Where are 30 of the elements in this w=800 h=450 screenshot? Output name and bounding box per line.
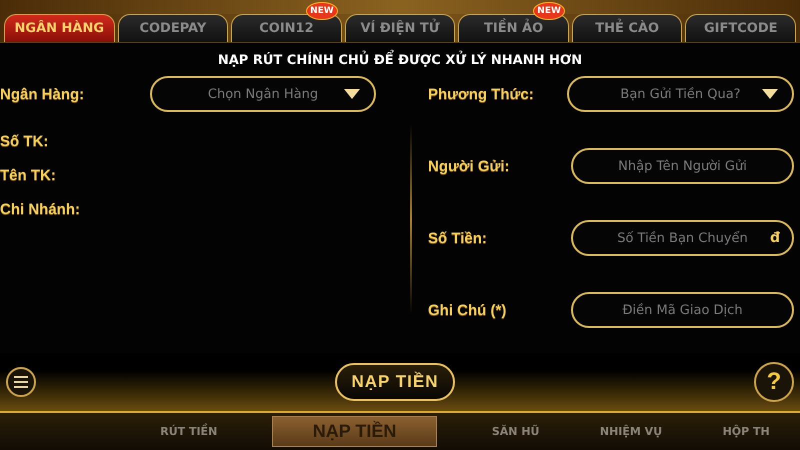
field-label: Chi Nhánh:: [0, 200, 81, 218]
tab[interactable]: THẺ CÀO: [572, 14, 682, 42]
nav-item[interactable]: NHIỆM VỤ: [594, 424, 668, 439]
deposit-button[interactable]: NẠP TIỀN: [335, 363, 455, 401]
nav-item[interactable]: HỘP TH: [716, 424, 776, 439]
nav-item[interactable]: SĂN HŨ: [486, 424, 546, 439]
input-field[interactable]: Điền Mã Giao Dịch: [571, 292, 794, 328]
help-button[interactable]: ?: [754, 362, 794, 402]
field-label: Người Gửi:: [427, 158, 510, 174]
nav-item[interactable]: RÚT TIỀN: [154, 424, 224, 439]
tab[interactable]: NGÂN HÀNG: [4, 14, 115, 42]
tab[interactable]: COIN12: [231, 14, 342, 42]
caret-icon: [344, 89, 360, 99]
caret-icon: [762, 89, 778, 99]
tab[interactable]: TIỀN ẢO: [458, 14, 569, 42]
tab[interactable]: VÍ ĐIỆN TỬ: [344, 14, 456, 42]
method-dropdown[interactable]: Bạn Gửi Tiền Qua?: [567, 76, 794, 112]
bank-dropdown[interactable]: Chọn Ngân Hàng: [150, 76, 376, 112]
field-label: Phương Thức:: [427, 86, 534, 102]
field-label: Số TK:: [0, 132, 50, 150]
menu-icon[interactable]: [6, 367, 36, 397]
panel-heading: NẠP RÚT CHÍNH CHỦ ĐỂ ĐƯỢC XỬ LÝ NHANH HƠN: [0, 43, 800, 76]
tab[interactable]: GIFTCODE: [685, 14, 796, 42]
field-label: Số Tiền:: [427, 230, 487, 246]
field-label: Ghi Chú (*): [427, 302, 506, 318]
field-label: Tên TK:: [0, 166, 57, 184]
input-field[interactable]: Nhập Tên Người Gửi: [571, 148, 794, 184]
field-label: Ngân Hàng:: [0, 86, 86, 102]
tab[interactable]: CODEPAY: [118, 14, 228, 42]
currency-symbol: đ: [770, 230, 780, 246]
